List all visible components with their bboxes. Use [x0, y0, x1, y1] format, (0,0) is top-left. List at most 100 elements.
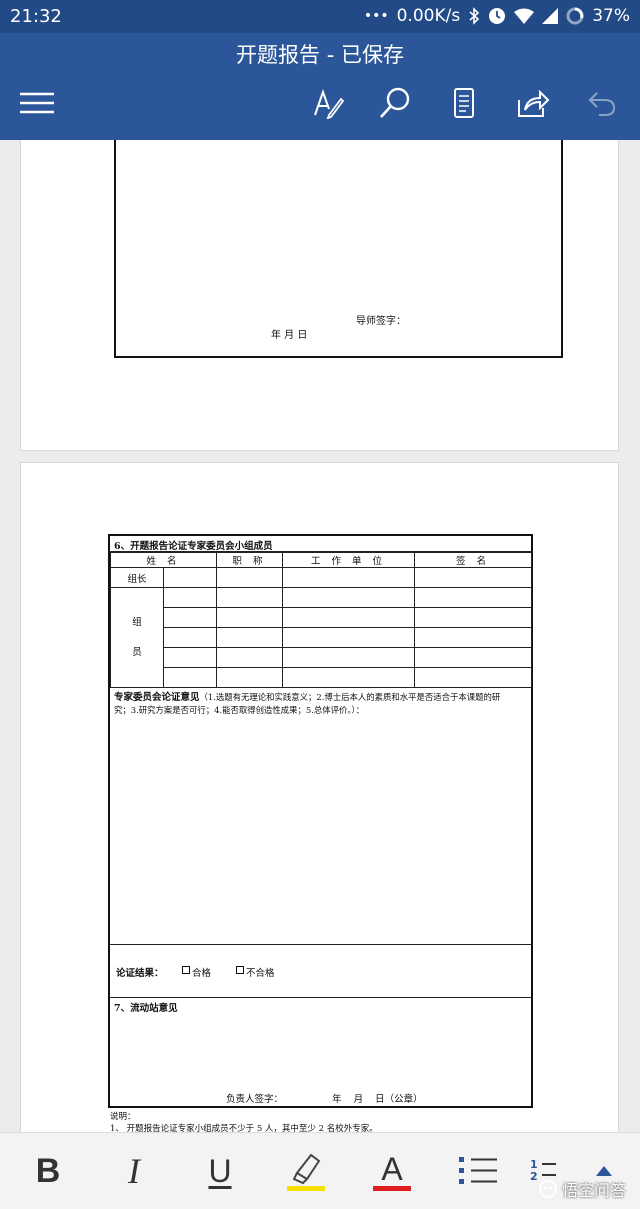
expert-opinion-title: 专家委员会论证意见: [114, 692, 200, 703]
status-bar: 21:32 ••• 0.00K/s 37%: [0, 0, 640, 33]
italic-button[interactable]: I: [104, 1141, 164, 1201]
table-cell[interactable]: [414, 627, 532, 648]
status-dots: •••: [363, 8, 389, 24]
table-cell[interactable]: [414, 607, 532, 628]
bullet-list-icon: [459, 1157, 497, 1184]
battery-level: 37%: [592, 6, 630, 26]
table-cell[interactable]: [163, 607, 217, 628]
alarm-icon: [488, 7, 506, 25]
table-cell[interactable]: [216, 567, 283, 588]
network-speed: 0.00K/s: [396, 6, 461, 26]
expert-committee-form: 6、开题报告论证专家委员会小组成员 姓 名 职 称 工 作 单 位 签 名 组长: [108, 534, 533, 1108]
fail-option-label: 不合格: [246, 968, 275, 979]
table-cell[interactable]: [163, 647, 217, 668]
wifi-icon: [514, 8, 535, 24]
table-row: [111, 627, 532, 648]
table-cell[interactable]: [282, 587, 415, 608]
table-cell[interactable]: [216, 587, 283, 608]
header-name: 姓 名: [110, 552, 217, 568]
notes-label: 说明：: [110, 1112, 136, 1122]
formatting-toolbar: B I U A 1 2 悟空问答: [0, 1132, 640, 1209]
mobile-view-icon: [454, 88, 474, 118]
table-cell[interactable]: [216, 667, 283, 688]
table-cell[interactable]: [414, 587, 532, 608]
row-label-leader: 组长: [110, 567, 164, 588]
table-cell[interactable]: [282, 607, 415, 628]
highlighter-icon: [287, 1153, 325, 1191]
watermark-text: 悟空问答: [561, 1181, 626, 1200]
watermark-logo-icon: [538, 1180, 557, 1198]
notes-item-1: 1、 开题报告论证专家小组成员不少于 5 人，其中至少 2 名校外专家。: [110, 1124, 378, 1132]
bullet-list-button[interactable]: [448, 1141, 508, 1201]
members-label-2: 员: [132, 646, 142, 658]
share-icon: [518, 89, 550, 117]
committee-members-table: 姓 名 职 称 工 作 单 位 签 名 组长 组 员: [110, 552, 532, 688]
advisor-opinion-box: 导师签字： 年 月 日: [114, 140, 563, 358]
fail-checkbox[interactable]: [236, 966, 244, 974]
pass-option-label: 合格: [192, 968, 212, 979]
table-cell[interactable]: [414, 567, 532, 588]
signal-icon: [542, 8, 559, 24]
expert-opinion-criteria-2: 究；3.研究方案是否可行；4.能否取得创造性成果；5.总体评价。）：: [114, 705, 365, 715]
share-button[interactable]: [513, 83, 553, 123]
menu-button[interactable]: [17, 83, 57, 123]
table-cell[interactable]: [282, 667, 415, 688]
undo-icon: [588, 92, 616, 116]
advisor-date-line: 年 月 日: [271, 330, 308, 341]
header-title: 职 称: [216, 552, 283, 568]
undo-button[interactable]: [582, 83, 622, 123]
table-cell[interactable]: [163, 667, 217, 688]
table-cell[interactable]: [282, 567, 415, 588]
table-row: [111, 607, 532, 628]
table-cell[interactable]: [216, 647, 283, 668]
table-cell[interactable]: [216, 607, 283, 628]
app-bar: 开题报告 - 已保存: [0, 33, 640, 140]
caret-up-icon: [596, 1166, 612, 1176]
menu-icon: [20, 92, 54, 114]
station-opinion-section[interactable]: 7、流动站意见 负责人签字： 年 月 日（公章）: [110, 998, 531, 1106]
seal-date-line: 年 月 日（公章）: [332, 1094, 423, 1105]
advisor-signature-label: 导师签字：: [356, 316, 406, 327]
header-workplace: 工 作 单 位: [282, 552, 415, 568]
font-color-label: A: [381, 1150, 403, 1187]
document-canvas[interactable]: 导师签字： 年 月 日 6、开题报告论证专家委员会小组成员 姓 名 职 称 工 …: [0, 140, 640, 1132]
result-label: 论证结果：: [116, 968, 164, 979]
table-cell[interactable]: [414, 667, 532, 688]
battery-icon: [566, 7, 584, 25]
result-section: 论证结果： 合格 不合格: [110, 945, 531, 998]
expert-opinion-section[interactable]: 专家委员会论证意见（1.选题有无理论和实践意义；2.博士后本人的素质和水平是否适…: [110, 688, 531, 945]
pass-checkbox[interactable]: [182, 966, 190, 974]
bluetooth-icon: [468, 7, 480, 25]
row-label-members: 组 员: [110, 587, 164, 688]
edit-button[interactable]: [308, 83, 348, 123]
table-cell[interactable]: [216, 627, 283, 648]
table-row: 组 员: [110, 587, 532, 688]
document-title: 开题报告 - 已保存: [236, 43, 404, 67]
section7-title: 7、流动站意见: [114, 1003, 178, 1014]
expert-opinion-criteria-1: （1.选题有无理论和实践意义；2.博士后本人的素质和水平是否适合于本课题的研: [199, 692, 501, 702]
document-page: 6、开题报告论证专家委员会小组成员 姓 名 职 称 工 作 单 位 签 名 组长: [20, 462, 619, 1132]
mobile-view-button[interactable]: [444, 83, 484, 123]
underline-button[interactable]: U: [190, 1141, 250, 1201]
table-cell[interactable]: [282, 647, 415, 668]
table-cell[interactable]: [282, 627, 415, 648]
table-cell[interactable]: [414, 647, 532, 668]
bold-label: B: [35, 1151, 61, 1190]
font-color-swatch: [373, 1185, 411, 1191]
section6-title: 6、开题报告论证专家委员会小组成员: [110, 536, 531, 552]
highlight-button[interactable]: [276, 1141, 336, 1201]
table-cell[interactable]: [163, 567, 217, 588]
table-row: [111, 647, 532, 668]
watermark: 悟空问答: [538, 1177, 626, 1201]
table-cell[interactable]: [163, 587, 217, 608]
header-signature: 签 名: [414, 552, 532, 568]
search-button[interactable]: [375, 83, 415, 123]
status-time: 21:32: [10, 6, 62, 27]
font-color-button[interactable]: A: [362, 1141, 422, 1201]
table-row: [111, 667, 532, 688]
members-label-1: 组: [132, 616, 142, 628]
search-icon: [380, 87, 410, 118]
table-cell[interactable]: [163, 627, 217, 648]
italic-label: I: [128, 1151, 140, 1191]
bold-button[interactable]: B: [18, 1141, 78, 1201]
